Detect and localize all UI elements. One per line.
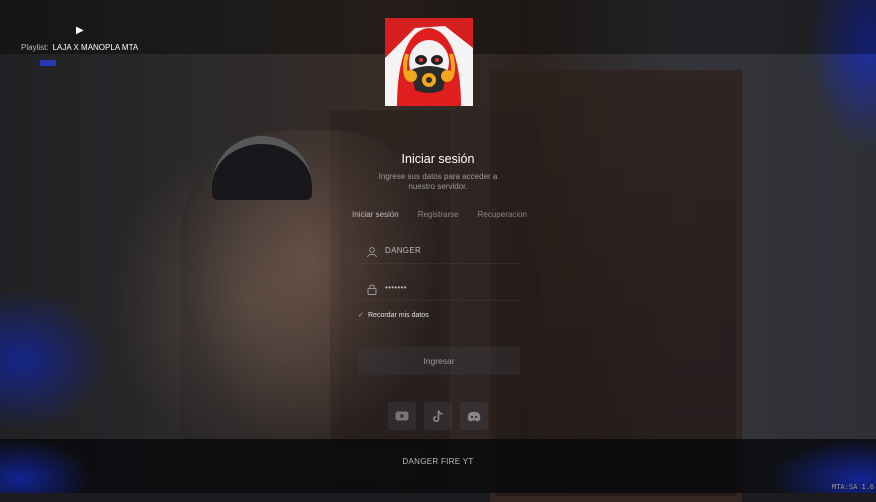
tab-recuperacion[interactable]: Recuperacion bbox=[478, 210, 527, 219]
playlist-value: LAJA X MANOPLA MTA bbox=[52, 43, 139, 52]
tab-registrarse[interactable]: Registrarse bbox=[418, 210, 459, 219]
checkmark-icon: ✓ bbox=[358, 312, 364, 319]
username-field[interactable]: DANGER bbox=[358, 240, 520, 264]
playlist-label: Playlist: bbox=[21, 43, 49, 52]
remember-checkbox[interactable]: ✓ Recordar mis datos bbox=[358, 311, 429, 319]
version-label: MTA:SA 1.6 bbox=[832, 483, 875, 491]
remember-label: Recordar mis datos bbox=[368, 312, 429, 319]
login-title: Iniciar sesión bbox=[401, 152, 475, 166]
password-value: ••••••• bbox=[385, 283, 407, 292]
login-tabs: Iniciar sesión Registrarse Recuperacion bbox=[352, 210, 527, 219]
login-button[interactable]: Ingresar bbox=[358, 347, 520, 375]
tiktok-icon bbox=[433, 410, 443, 422]
login-subtitle: Ingrese sus datos para acceder a nuestro… bbox=[378, 172, 498, 191]
password-underline bbox=[358, 300, 520, 301]
footer-brand: DANGER FIRE YT bbox=[402, 457, 474, 466]
password-field[interactable]: ••••••• bbox=[358, 277, 520, 301]
tiktok-button[interactable] bbox=[424, 402, 452, 430]
tab-iniciar-sesion[interactable]: Iniciar sesión bbox=[352, 210, 399, 219]
discord-button[interactable] bbox=[460, 402, 488, 430]
youtube-button[interactable] bbox=[388, 402, 416, 430]
music-progress-bar[interactable] bbox=[40, 60, 72, 66]
discord-icon bbox=[467, 411, 481, 421]
bottom-bar-glow bbox=[0, 439, 876, 493]
youtube-icon bbox=[395, 411, 409, 421]
user-icon bbox=[367, 247, 377, 258]
play-icon[interactable]: ▶ bbox=[76, 25, 84, 36]
username-value: DANGER bbox=[385, 246, 422, 255]
username-underline bbox=[358, 263, 520, 264]
server-logo bbox=[385, 18, 473, 106]
music-progress-fill bbox=[40, 60, 56, 66]
lock-icon bbox=[367, 284, 377, 295]
playlist-info: Playlist: LAJA X MANOPLA MTA bbox=[21, 43, 138, 52]
